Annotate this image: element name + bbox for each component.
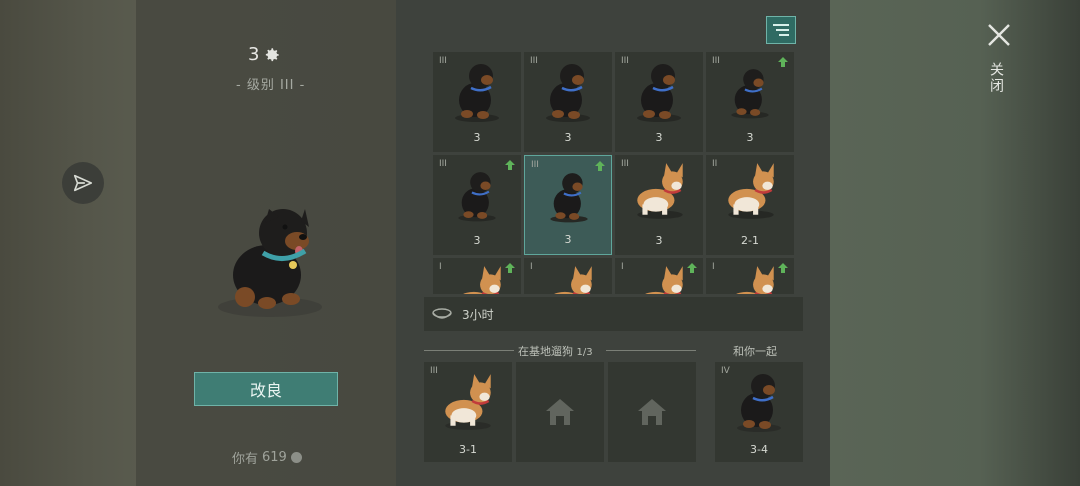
walk-slot-empty[interactable] — [516, 362, 604, 462]
rottweiler-icon — [455, 64, 499, 122]
corgi-icon — [645, 266, 683, 294]
coin-icon — [290, 452, 302, 463]
currency-prefix: 你有 — [232, 452, 259, 467]
house-icon — [546, 399, 574, 425]
rottweiler-icon — [731, 69, 769, 119]
tile-tier: I — [712, 262, 715, 272]
share-button[interactable] — [62, 162, 104, 204]
pet-tile[interactable]: III 3 — [524, 52, 612, 152]
background-right — [830, 0, 1080, 486]
send-icon — [73, 174, 93, 192]
tile-value: 3 — [746, 131, 754, 144]
pet-level-subtitle: - 级别 III - — [236, 78, 306, 93]
tile-tier: II — [712, 159, 718, 169]
upgrade-arrow-icon — [778, 57, 788, 67]
tile-tier: I — [439, 262, 442, 272]
pet-tile[interactable]: III 3 — [524, 155, 612, 255]
tile-tier: III — [531, 160, 539, 170]
tile-tier: III — [621, 159, 629, 169]
close-icon[interactable] — [986, 22, 1012, 48]
rottweiler-portrait — [218, 209, 322, 317]
corgi-icon — [463, 266, 501, 294]
improve-button[interactable]: 改良 — [194, 372, 338, 406]
tile-value: 2-1 — [741, 234, 759, 247]
companion-slot[interactable]: IV 3-4 — [715, 362, 803, 462]
tile-value: 3 — [655, 234, 663, 247]
pet-tile[interactable]: I — [433, 258, 521, 294]
filter-button[interactable] — [766, 16, 796, 44]
walk-label: 在基地遛狗 — [518, 345, 573, 358]
tile-tier: I — [530, 262, 533, 272]
walk-count: 1/3 — [576, 347, 593, 358]
tile-tier: III — [439, 56, 447, 66]
timer-text: 3小时 — [462, 307, 494, 322]
pet-tile[interactable]: III 3 — [615, 155, 703, 255]
corgi-icon — [637, 163, 683, 219]
walk-section-label: 在基地遛狗 1/3 — [518, 343, 593, 359]
walk-slot-empty[interactable] — [608, 362, 696, 462]
corgi-icon — [736, 266, 774, 294]
pet-tile[interactable]: III 3 — [433, 155, 521, 255]
rottweiler-icon — [737, 374, 781, 432]
pet-tile[interactable]: III 3 — [706, 52, 794, 152]
pet-tile[interactable]: III 3 — [433, 52, 521, 152]
walk-bracket-left — [424, 350, 514, 357]
corgi-icon — [554, 266, 592, 294]
rottweiler-icon — [546, 64, 590, 122]
tile-tier: III — [712, 56, 720, 66]
tile-value: 3 — [473, 234, 481, 247]
rottweiler-icon — [637, 64, 681, 122]
walk-slot[interactable]: III 3-1 — [424, 362, 512, 462]
pet-level: 3 — [248, 44, 281, 65]
filter-icon — [773, 24, 789, 36]
upgrade-arrow-icon — [505, 160, 515, 170]
walk-bracket-right — [606, 350, 696, 357]
tile-value: 3 — [564, 233, 572, 246]
corgi-icon — [445, 374, 491, 430]
slot-value: 3-1 — [459, 443, 477, 456]
rottweiler-icon — [550, 173, 588, 223]
tile-value: 3 — [473, 131, 481, 144]
tile-value: 3 — [655, 131, 663, 144]
pet-tile[interactable]: III 3 — [615, 52, 703, 152]
tile-value: 3 — [564, 131, 572, 144]
currency-display: 你有 619 — [232, 448, 302, 467]
corgi-icon — [728, 163, 774, 219]
tile-tier: III — [439, 159, 447, 169]
food-bowl-icon — [432, 308, 452, 319]
pet-level-value: 3 — [248, 44, 260, 65]
tile-tier: I — [621, 262, 624, 272]
currency-amount: 619 — [262, 450, 287, 465]
pet-grid: III 3 III 3 III 3 III 3 III 3 III 3 III 3 II 2-1 I I I I — [433, 52, 795, 294]
timer-bar: 3小时 — [424, 297, 803, 331]
upgrade-arrow-icon — [595, 161, 605, 171]
close-label[interactable]: 关闭 — [988, 62, 1006, 94]
companion-label: 和你一起 — [733, 345, 777, 358]
companion-value: 3-4 — [750, 443, 768, 456]
rottweiler-icon — [458, 172, 496, 222]
gear-icon — [266, 47, 280, 61]
pet-tile[interactable]: I — [615, 258, 703, 294]
pet-tile[interactable]: II 2-1 — [706, 155, 794, 255]
pet-tile[interactable]: I — [706, 258, 794, 294]
house-icon — [638, 399, 666, 425]
tile-tier: III — [530, 56, 538, 66]
tile-tier: III — [621, 56, 629, 66]
pet-tile[interactable]: I — [524, 258, 612, 294]
